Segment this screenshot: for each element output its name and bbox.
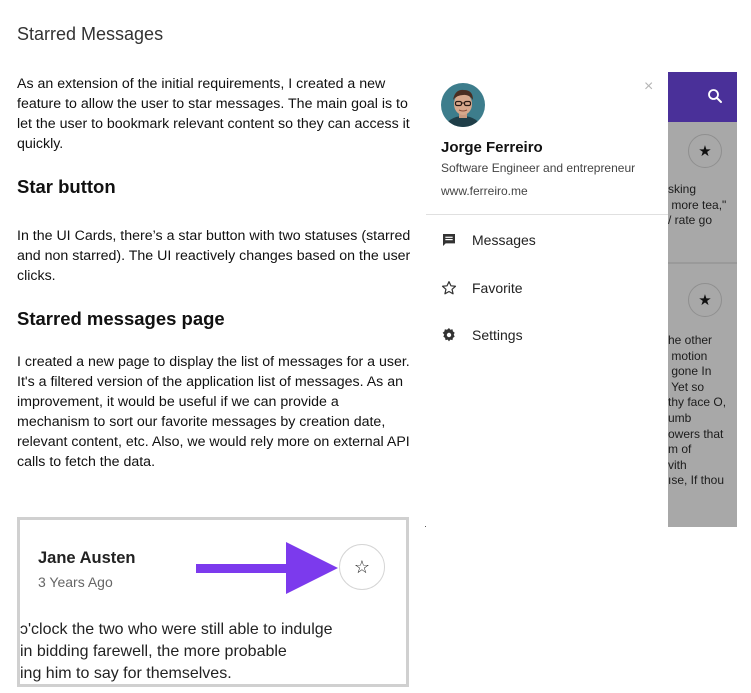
card-text-line: in bidding farewell, the more probable [20, 643, 287, 660]
profile-role: Software Engineer and entrepreneur [441, 161, 636, 175]
card-text-line: ɔ'clock the two who were still able to i… [20, 621, 333, 638]
section-heading-starred-page: Starred messages page [17, 308, 225, 329]
page-title: Starred Messages [17, 24, 164, 44]
nav-label: Settings [472, 327, 523, 343]
card-timestamp: 3 Years Ago [38, 574, 113, 590]
background-app-scrim[interactable]: ★ sking more tea," / rate go ★ he other … [668, 72, 737, 527]
close-icon[interactable]: × [644, 78, 653, 96]
profile-photo [441, 83, 485, 127]
nav-item-messages[interactable]: Messages [441, 228, 661, 252]
nav-item-settings[interactable]: Settings [441, 323, 661, 347]
gear-icon [441, 327, 457, 343]
message-icon [441, 232, 457, 248]
section-heading-star-button: Star button [17, 176, 116, 197]
profile-website-link[interactable]: www.ferreiro.me [441, 184, 528, 198]
search-icon[interactable] [706, 87, 724, 105]
profile-name: Jorge Ferreiro [441, 139, 543, 156]
star-button[interactable]: ☆ [339, 544, 385, 590]
card-divider [668, 262, 737, 264]
section-body-star-button: In the UI Cards, there’s a star button w… [17, 228, 411, 284]
avatar[interactable] [441, 83, 485, 127]
app-bar [668, 72, 737, 122]
section-body-starred-page: I created a new page to display the list… [17, 354, 410, 470]
nav-item-favorite[interactable]: Favorite [441, 276, 661, 300]
card-text-fragment: sking more tea," / rate go [668, 182, 727, 228]
arrow-icon [196, 542, 338, 594]
card-text-fragment: he other motion gone In Yet so thy face … [668, 333, 727, 488]
star-icon[interactable]: ★ [688, 283, 722, 317]
card-text-line: ing him to say for themselves. [20, 665, 232, 682]
star-icon[interactable]: ★ [688, 134, 722, 168]
star-outline-icon [441, 280, 457, 296]
embedded-card-screenshot: Jane Austen 3 Years Ago ☆ ɔ'clock the tw… [17, 517, 409, 687]
drawer-divider [426, 214, 668, 215]
stray-dot [425, 526, 426, 527]
nav-label: Messages [472, 232, 536, 248]
nav-label: Favorite [472, 280, 523, 296]
card-author: Jane Austen [38, 549, 136, 567]
intro-paragraph: As an extension of the initial requireme… [17, 76, 410, 152]
